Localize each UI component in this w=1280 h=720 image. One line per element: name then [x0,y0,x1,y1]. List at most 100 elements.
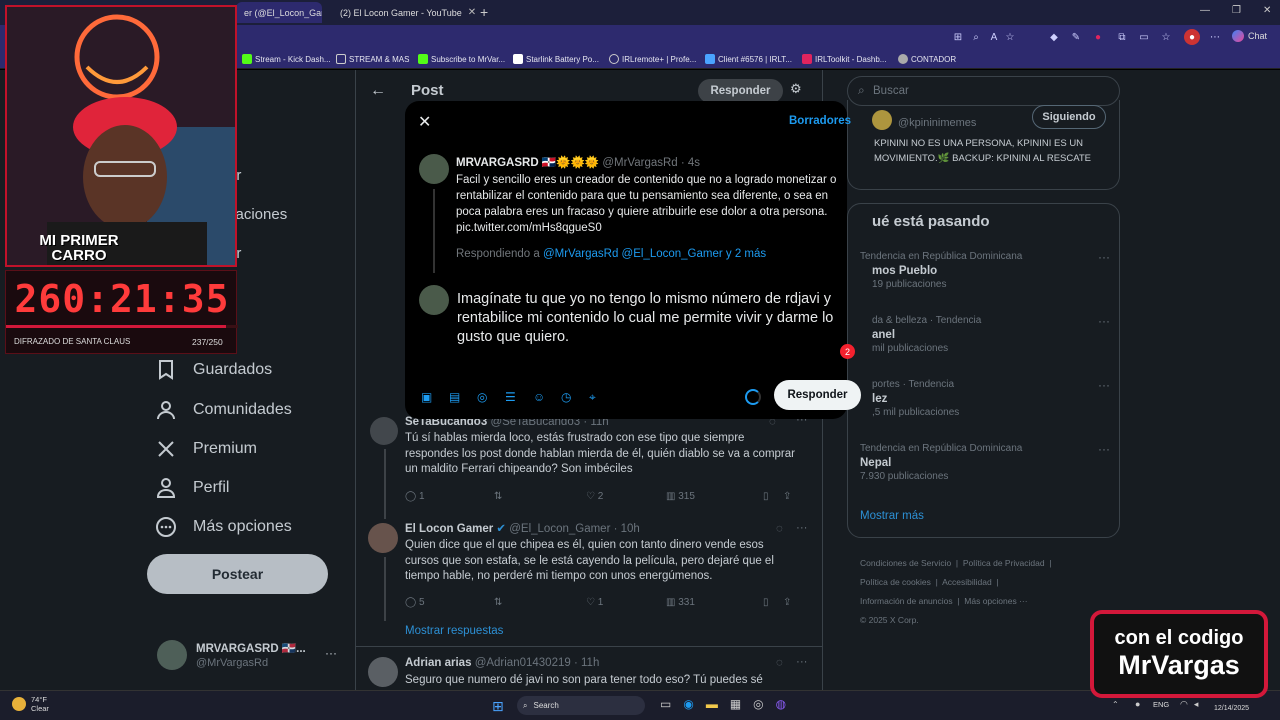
banner-text: MI PRIMER CARRO [39,232,119,264]
bookmark-item[interactable]: Subscribe to MrVar... [418,52,505,66]
app-icon[interactable]: ⊞ [950,29,966,45]
bookmark-item[interactable]: Starlink Battery Po... [513,52,599,66]
goal-count: 237/250 [192,337,223,347]
read-aloud-icon[interactable]: A [986,29,1002,45]
goal-progress-fill [6,325,226,328]
weather-temp: 74°F [31,695,47,704]
volume-icon[interactable]: ◂ [1194,699,1199,710]
kick-icon [242,54,252,64]
globe-icon [609,54,619,64]
favorites-icon[interactable]: ☆ [1158,29,1174,45]
taskbar-date[interactable]: 12/14/2025 [1214,705,1249,712]
author-handle[interactable]: @MrVargasRd [602,157,677,169]
browser-tab-active[interactable]: er (@El_Locon_Gam... ✕ [236,2,322,23]
profile-avatar-icon[interactable]: ● [1184,29,1200,45]
bookmark-label: CONTADOR [911,54,957,64]
copilot-button[interactable]: Chat [1232,30,1267,42]
bookmark-item[interactable]: IRLToolkit - Dashb... [802,52,886,66]
tray-icon[interactable]: ● [1135,699,1140,709]
tab-title: er (@El_Locon_Gam... [244,7,322,18]
close-tab-icon[interactable]: ✕ [468,7,476,18]
grok-icon[interactable]: ◎ [477,390,493,405]
author-name[interactable]: MRVARGASRD 🇩🇴🌞🌞🌞 [456,157,599,169]
windows-taskbar: 74°F Clear ⊞ ⌕ Search ▭ ◉ ▬ ▦ ◎ ◍ ⌃ ● EN… [0,690,1280,720]
thread-line [433,189,435,273]
avatar [419,154,449,184]
bookmark-label: Subscribe to MrVar... [431,54,506,64]
bookmark-label: Client #6576 | IRLT... [718,54,792,64]
emoji-icon[interactable]: ☺ [533,390,549,405]
bookmark-label: Starlink Battery Po... [526,54,599,64]
extension-icon[interactable]: ◆ [1046,29,1062,45]
submit-reply-button[interactable]: Responder [774,380,861,410]
avatar [419,285,449,315]
goal-progress-track [6,325,238,328]
settings-more-icon[interactable]: ⋯ [1207,29,1223,45]
windows-start-icon[interactable]: ⊞ [492,698,504,715]
taskbar-search-label: Search [533,701,559,710]
file-explorer-icon[interactable]: ▬ [706,697,718,711]
copilot-label: Chat [1248,31,1268,41]
close-window-icon[interactable]: ✕ [1263,5,1271,16]
schedule-icon[interactable]: ◷ [561,390,577,405]
browser-tab[interactable]: (2) El Locon Gamer - YouTube ✕ [326,2,476,23]
timer-display: 260:21:35 [14,277,230,321]
goal-label: DIFRAZADO DE SANTA CLAUS [14,337,131,346]
reply-modal: ✕ Borradores MRVARGASRD 🇩🇴🌞🌞🌞 @MrVargasR… [405,101,861,419]
search-icon: ⌕ [523,700,528,710]
extensions-puzzle-icon[interactable]: ⧉ [1114,29,1130,45]
promo-code: MrVargas [1118,650,1240,680]
new-tab-icon[interactable]: + [480,4,488,20]
zoom-icon[interactable]: ⌕ [968,29,984,45]
streamer-webcam-image [7,7,235,265]
bookmark-label: IRLremote+ | Profe... [622,54,697,64]
copilot-icon [1232,30,1244,42]
replying-prefix: Respondiendo a [456,248,540,260]
bookmark-label: IRLToolkit - Dashb... [815,54,887,64]
taskbar-search[interactable]: ⌕ Search [517,696,645,715]
reply-textarea[interactable]: Imagínate tu que yo no tengo lo mismo nú… [457,290,862,347]
wifi-icon[interactable]: ◠ [1180,699,1188,710]
drafts-button[interactable]: Borradores [789,115,851,127]
store-icon[interactable]: ▦ [730,697,741,711]
subathon-timer: 260:21:35 DIFRAZADO DE SANTA CLAUS 237/2… [5,270,238,354]
favorite-star-icon[interactable]: ☆ [1002,29,1018,45]
extension-icon[interactable]: ● [1090,29,1106,45]
discord-icon[interactable]: ◍ [776,697,786,711]
irltoolkit-icon [802,54,812,64]
loading-spinner-icon [745,389,761,405]
bookmark-item[interactable]: Stream - Kick Dash... [242,52,331,66]
close-icon[interactable]: ✕ [418,112,431,132]
obs-icon[interactable]: ◎ [753,697,763,711]
timestamp: · 4s [680,157,701,169]
weather-desc: Clear [31,704,49,713]
bookmark-label: Stream - Kick Dash... [255,54,331,64]
maximize-icon[interactable]: ❐ [1232,5,1241,16]
minimize-icon[interactable]: — [1200,5,1210,16]
starlink-icon [513,54,523,64]
folder-icon [336,54,346,64]
bookmark-item[interactable]: IRLremote+ | Profe... [609,52,696,66]
bookmark-item[interactable]: STREAM & MAS [336,52,409,66]
poll-icon[interactable]: ☰ [505,390,521,405]
language-indicator[interactable]: ENG [1153,700,1169,709]
bookmark-item[interactable]: CONTADOR [898,52,956,66]
webcam-overlay: MI PRIMER CARRO [5,5,237,267]
client-icon [705,54,715,64]
replying-to-link[interactable]: @MrVargasRd @El_Locon_Gamer y 2 más [543,248,766,260]
spellcheck-badge[interactable]: 2 [840,344,855,359]
weather-widget[interactable]: 74°F Clear [12,695,49,713]
extension-icon[interactable]: ✎ [1068,29,1084,45]
bookmark-item[interactable]: Client #6576 | IRLT... [705,52,792,66]
edge-icon[interactable]: ◉ [683,697,693,711]
tray-chevron-icon[interactable]: ⌃ [1112,700,1119,709]
location-icon[interactable]: ⌖ [589,390,605,405]
counter-icon [898,54,908,64]
promo-line1: con el codigo [1114,627,1244,649]
task-view-icon[interactable]: ▭ [660,697,671,711]
split-screen-icon[interactable]: ▭ [1136,29,1152,45]
image-icon[interactable]: ▣ [421,390,437,405]
moon-icon [12,697,26,711]
promo-code-overlay: con el codigo MrVargas [1090,610,1268,698]
gif-icon[interactable]: ▤ [449,390,465,405]
